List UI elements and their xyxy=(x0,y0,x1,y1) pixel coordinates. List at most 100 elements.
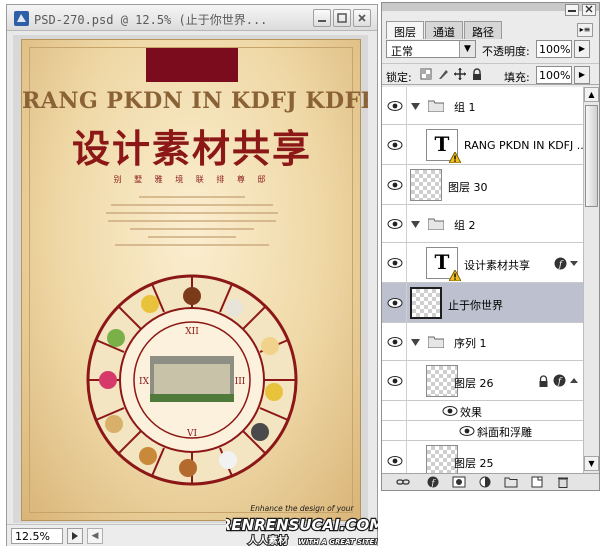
folder-icon xyxy=(428,336,444,348)
eye-icon[interactable] xyxy=(442,405,458,417)
lock-row: 锁定: 填充: 100% ▶ xyxy=(382,63,599,85)
layer-name: 序列 1 xyxy=(454,337,487,350)
fx-icon[interactable]: f xyxy=(426,476,440,488)
panel-close-button[interactable] xyxy=(582,4,596,16)
layer-row-layer-26[interactable]: 图层 26 f xyxy=(382,361,583,401)
status-menu-button[interactable] xyxy=(67,528,83,544)
expand-triangle-icon[interactable] xyxy=(411,338,420,347)
svg-text:XII: XII xyxy=(185,327,199,337)
layer-row-sequence-1[interactable]: 序列 1 xyxy=(382,323,583,361)
poster-body-text-lines xyxy=(104,196,280,252)
adjustment-icon[interactable] xyxy=(478,476,492,488)
folder-icon xyxy=(428,100,444,112)
panel-collapse-button[interactable] xyxy=(565,4,579,16)
scroll-down-button[interactable]: ▼ xyxy=(584,456,599,471)
fx-collapse-icon[interactable] xyxy=(570,377,578,385)
layer-name: 设计素材共享 xyxy=(464,259,530,272)
text-layer-thumbnail: T xyxy=(426,247,461,281)
fill-slider-button[interactable]: ▶ xyxy=(574,66,590,84)
opacity-field[interactable]: 100% xyxy=(536,40,572,58)
layer-thumbnail xyxy=(410,169,442,201)
zoom-level-field[interactable]: 12.5% xyxy=(11,528,63,544)
new-layer-icon[interactable] xyxy=(530,476,544,488)
panel-menu-button[interactable]: ▸≡ xyxy=(577,23,593,37)
document-canvas[interactable]: RANG PKDN IN KDFJ KDFKD 设计素材共享 别 墅 雅 境 联… xyxy=(13,35,368,523)
effect-bevel-row[interactable]: 斜面和浮雕 xyxy=(382,421,583,441)
layer-name: 图层 25 xyxy=(454,457,494,470)
fx-expand-icon[interactable] xyxy=(570,259,578,267)
layers-bottom-toolbar: f xyxy=(382,473,599,490)
layer-row-text-heading[interactable]: T RANG PKDN IN KDFJ ... xyxy=(382,125,583,165)
lock-position-icon[interactable] xyxy=(454,68,466,80)
layer-name: 止于你世界 xyxy=(448,299,503,312)
layer-effects-row[interactable]: 效果 xyxy=(382,401,583,421)
lock-transparency-icon[interactable] xyxy=(420,68,432,80)
fill-field[interactable]: 100% xyxy=(536,66,572,84)
new-group-icon[interactable] xyxy=(504,476,518,488)
document-titlebar[interactable]: PSD-270.psd @ 12.5% (止于你世界... xyxy=(7,5,377,31)
mask-icon[interactable] xyxy=(452,476,466,488)
watermark-slogan: WITH A GREAT SITE! xyxy=(298,538,378,546)
svg-text:VI: VI xyxy=(186,429,197,439)
link-icon[interactable] xyxy=(396,476,410,488)
eye-icon[interactable] xyxy=(387,257,403,269)
poster-clock-wheel: XII III VI IX xyxy=(86,274,298,486)
poster-red-banner xyxy=(146,48,238,82)
visibility-column xyxy=(382,401,407,420)
watermark-tagline: Enhance the design of your xyxy=(250,504,354,513)
eye-icon[interactable] xyxy=(387,336,403,348)
expand-triangle-icon[interactable] xyxy=(411,102,420,111)
eye-icon[interactable] xyxy=(387,179,403,191)
maximize-button[interactable] xyxy=(333,9,351,27)
layer-name: RANG PKDN IN KDFJ ... xyxy=(464,139,583,152)
warning-icon xyxy=(449,152,461,163)
layer-row-group-1[interactable]: 组 1 xyxy=(382,87,583,125)
lock-image-icon[interactable] xyxy=(437,68,449,80)
scroll-left-button[interactable]: ◀ xyxy=(87,528,103,544)
eye-icon[interactable] xyxy=(459,425,475,437)
layer-effects-icon[interactable]: f xyxy=(553,374,566,387)
effects-label: 效果 xyxy=(460,406,482,419)
poster-subtitle: 别 墅 雅 境 联 排 尊 邸 xyxy=(113,175,271,184)
layer-row-selected[interactable]: 止于你世界 xyxy=(382,283,583,323)
lock-icon xyxy=(539,375,548,387)
scroll-up-button[interactable]: ▲ xyxy=(584,87,599,102)
tab-channels[interactable]: 通道 xyxy=(425,21,463,39)
trash-icon[interactable] xyxy=(556,476,570,488)
layer-list-scrollbar[interactable]: ▲ ▼ xyxy=(583,87,599,473)
opacity-label: 不透明度: xyxy=(482,45,530,58)
eye-icon[interactable] xyxy=(387,218,403,230)
tab-layers[interactable]: 图层 xyxy=(386,21,424,39)
photoshop-doc-icon xyxy=(14,11,29,26)
document-title: PSD-270.psd @ 12.5% (止于你世界... xyxy=(34,13,268,27)
poster-heading: RANG PKDN IN KDFJ KDFKD xyxy=(22,88,368,114)
effect-name: 斜面和浮雕 xyxy=(477,426,532,439)
eye-icon[interactable] xyxy=(387,139,403,151)
layer-row-layer-25[interactable]: 图层 25 xyxy=(382,441,583,473)
minimize-button[interactable] xyxy=(313,9,331,27)
expand-triangle-icon[interactable] xyxy=(411,220,420,229)
eye-icon[interactable] xyxy=(387,297,403,309)
close-button[interactable] xyxy=(353,9,371,27)
warning-icon xyxy=(449,270,461,281)
layer-effects-icon[interactable]: f xyxy=(554,257,567,270)
layer-row-layer-30[interactable]: 图层 30 xyxy=(382,165,583,205)
renrensucai-watermark-logo: Enhance the design of your RENRENSUCAI.C… xyxy=(226,504,378,548)
folder-icon xyxy=(428,218,444,230)
layer-thumbnail xyxy=(410,287,442,319)
lock-label: 锁定: xyxy=(386,71,412,84)
layer-list: 组 1 T RANG PKDN IN KDFJ ... 图层 30 组 2 T … xyxy=(382,87,583,473)
close-icon xyxy=(358,14,366,22)
collapse-icon xyxy=(568,10,576,12)
scroll-thumb[interactable] xyxy=(585,105,598,207)
eye-icon[interactable] xyxy=(387,100,403,112)
layer-row-group-2[interactable]: 组 2 xyxy=(382,205,583,243)
blend-mode-select[interactable]: 正常 ▼ xyxy=(386,40,476,58)
svg-text:IX: IX xyxy=(139,377,150,387)
tab-paths[interactable]: 路径 xyxy=(464,21,502,39)
opacity-slider-button[interactable]: ▶ xyxy=(574,40,590,58)
lock-all-icon[interactable] xyxy=(471,68,483,80)
eye-icon[interactable] xyxy=(387,375,403,387)
eye-icon[interactable] xyxy=(387,455,403,467)
layer-row-text-title[interactable]: T 设计素材共享 f xyxy=(382,243,583,283)
